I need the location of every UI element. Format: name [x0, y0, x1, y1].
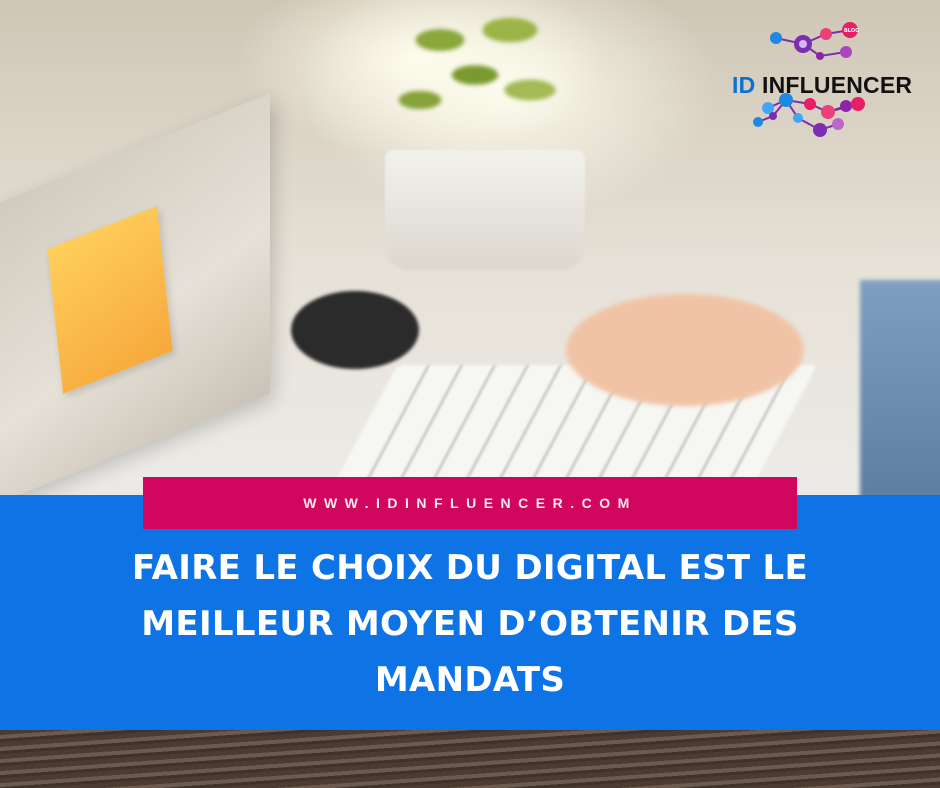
headline: FAIRE LE CHOIX DU DIGITAL EST LE MEILLEU…	[40, 540, 900, 708]
id-influencer-logo: BLOG ID INFLUENCER	[728, 12, 928, 142]
logo-influencer-text: INFLUENCER	[762, 72, 913, 98]
logo-id-text: ID	[732, 72, 756, 98]
logo-wordmark: ID INFLUENCER	[732, 72, 912, 99]
headline-line-1: FAIRE LE CHOIX DU DIGITAL EST LE	[132, 548, 808, 588]
wooden-desk	[0, 730, 940, 788]
sleeve	[860, 280, 940, 500]
plant-pot	[385, 150, 585, 270]
typing-hand	[505, 265, 865, 435]
plant-leaves	[380, 0, 570, 150]
blog-badge: BLOG	[844, 28, 859, 34]
website-url: WWW.IDINFLUENCER.COM	[303, 495, 637, 511]
url-bar: WWW.IDINFLUENCER.COM	[143, 477, 797, 529]
headline-line-2: MEILLEUR MOYEN D’OBTENIR DES	[141, 604, 799, 644]
headline-line-3: MANDATS	[374, 660, 566, 700]
